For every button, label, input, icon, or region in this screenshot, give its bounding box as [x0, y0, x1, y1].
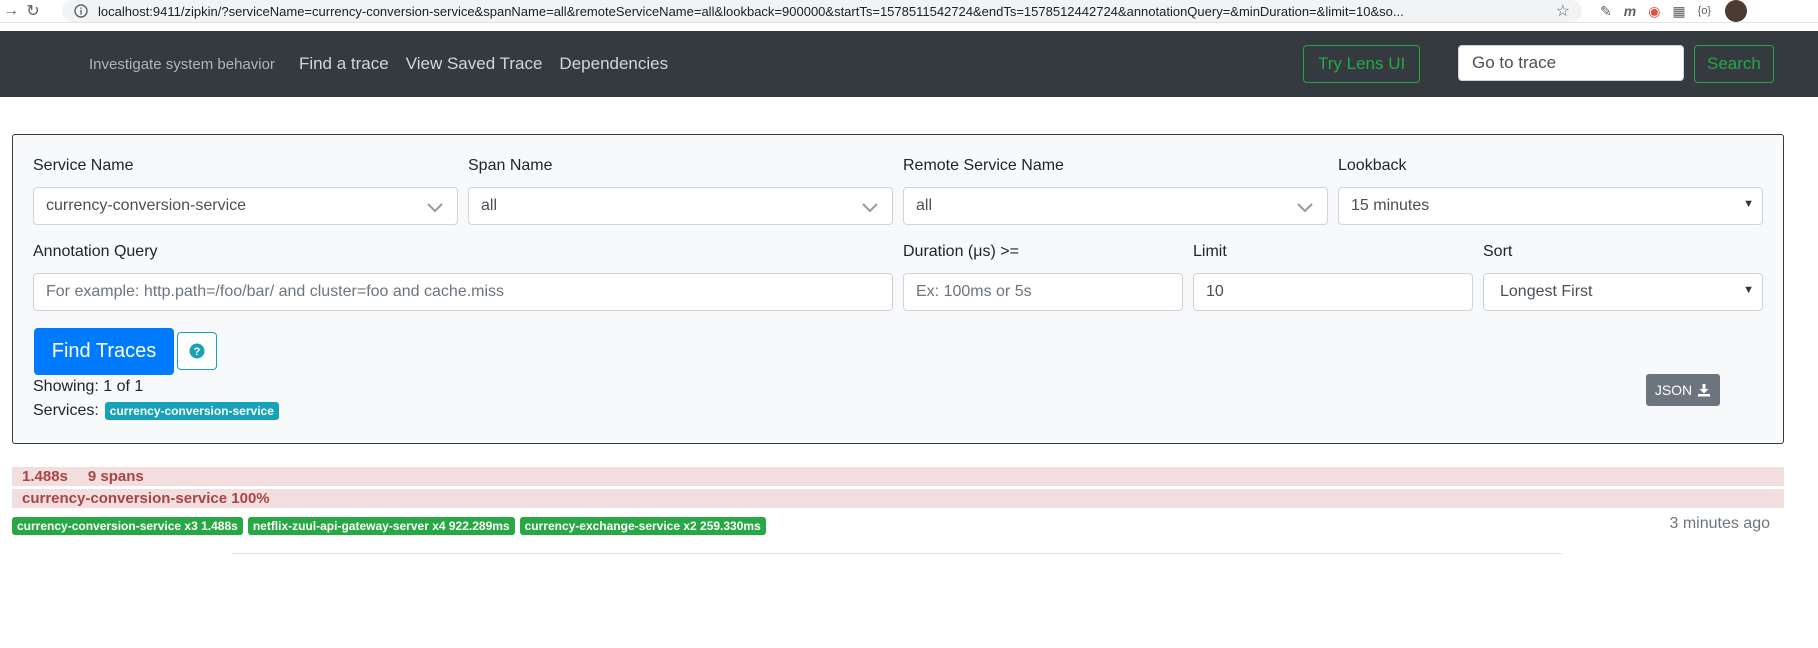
limit-input[interactable]: [1193, 273, 1473, 311]
info-icon[interactable]: [72, 2, 90, 20]
services-label: Services:: [33, 402, 99, 419]
remote-service-name-label: Remote Service Name: [903, 157, 1064, 174]
trace-summary-row[interactable]: 1.488s 9 spans: [12, 467, 1784, 486]
service-name-value: currency-conversion-service: [46, 197, 247, 214]
service-name-label: Service Name: [33, 157, 134, 174]
extensions: ✎ m ◉ ▦ {o}: [1600, 3, 1711, 20]
reload-icon[interactable]: ↻: [22, 1, 44, 21]
service-badge: currency-conversion-service: [104, 402, 279, 420]
search-button[interactable]: Search: [1694, 45, 1774, 83]
search-panel: Service Name currency-conversion-service…: [12, 134, 1784, 444]
extension-m-icon[interactable]: m: [1624, 3, 1636, 19]
browser-toolbar: → ↻ localhost:9411/zipkin/?serviceName=c…: [0, 0, 1818, 23]
svg-text:?: ?: [194, 346, 201, 358]
chevron-down-icon: [1297, 203, 1313, 213]
duration-input[interactable]: [903, 273, 1183, 311]
annotation-query-input[interactable]: [33, 273, 893, 311]
url-text[interactable]: localhost:9411/zipkin/?serviceName=curre…: [98, 4, 1538, 19]
sort-value: Longest First: [1500, 283, 1593, 300]
remote-service-name-value: all: [916, 197, 933, 214]
forward-arrow-icon[interactable]: →: [0, 1, 22, 21]
brand-tagline: Investigate system behavior: [89, 55, 275, 73]
showing-count: Showing: 1 of 1: [33, 378, 144, 395]
try-lens-ui-button[interactable]: Try Lens UI: [1303, 45, 1421, 83]
trace-service-badges: currency-conversion-service x3 1.488s ne…: [12, 517, 766, 535]
remote-service-name-select[interactable]: all: [903, 187, 1328, 225]
download-icon: [1698, 384, 1711, 397]
services-row: Services: currency-conversion-service: [33, 402, 279, 420]
address-bar[interactable]: localhost:9411/zipkin/?serviceName=curre…: [62, 0, 1582, 22]
lookback-value: 15 minutes: [1351, 197, 1430, 214]
extension-json-icon[interactable]: {o}: [1698, 5, 1711, 17]
span-name-label: Span Name: [468, 157, 553, 174]
trace-service-row[interactable]: currency-conversion-service 100%: [12, 489, 1784, 508]
divider: [232, 553, 1562, 554]
nav-dependencies[interactable]: Dependencies: [559, 54, 668, 74]
span-name-select[interactable]: all: [468, 187, 893, 225]
bookmark-star-icon[interactable]: ☆: [1556, 1, 1570, 21]
service-badge-zuul-gateway: netflix-zuul-api-gateway-server x4 922.2…: [247, 517, 515, 535]
service-badge-currency-conversion: currency-conversion-service x3 1.488s: [12, 517, 243, 535]
nav-find-trace[interactable]: Find a trace: [299, 54, 389, 74]
lookback-select[interactable]: 15 minutes ▼: [1338, 187, 1763, 225]
chevron-down-icon: [427, 203, 443, 213]
navbar: Investigate system behavior Find a trace…: [0, 31, 1818, 97]
service-badge-currency-exchange: currency-exchange-service x2 259.330ms: [519, 517, 766, 535]
duration-label: Duration (μs) >=: [903, 243, 1019, 260]
go-to-trace-input[interactable]: [1458, 45, 1684, 81]
extension-shield-icon[interactable]: ◉: [1648, 3, 1660, 20]
json-download-button[interactable]: JSON: [1646, 374, 1720, 406]
lookback-label: Lookback: [1338, 157, 1407, 174]
help-button[interactable]: ?: [177, 332, 217, 370]
chevron-down-icon: [862, 203, 878, 213]
trace-span-count: 9 spans: [87, 468, 144, 485]
trace-service-percent: currency-conversion-service 100%: [22, 490, 270, 507]
sort-select[interactable]: Longest First ▼: [1483, 273, 1763, 311]
limit-label: Limit: [1193, 243, 1227, 260]
trace-duration: 1.488s: [22, 468, 68, 485]
service-name-select[interactable]: currency-conversion-service: [33, 187, 458, 225]
json-button-label: JSON: [1654, 382, 1693, 398]
caret-down-icon: ▼: [1743, 198, 1754, 210]
find-traces-button[interactable]: Find Traces: [34, 328, 174, 375]
question-circle-icon: ?: [189, 343, 205, 359]
extension-icon[interactable]: ✎: [1600, 3, 1612, 20]
span-name-value: all: [481, 197, 498, 214]
profile-avatar[interactable]: [1725, 0, 1748, 22]
trace-time-ago: 3 minutes ago: [1669, 515, 1770, 532]
nav-view-saved-trace[interactable]: View Saved Trace: [406, 54, 543, 74]
annotation-query-label: Annotation Query: [33, 243, 158, 260]
extension-grid-icon[interactable]: ▦: [1672, 3, 1685, 20]
sort-label: Sort: [1483, 243, 1513, 260]
caret-down-icon: ▼: [1743, 284, 1754, 296]
